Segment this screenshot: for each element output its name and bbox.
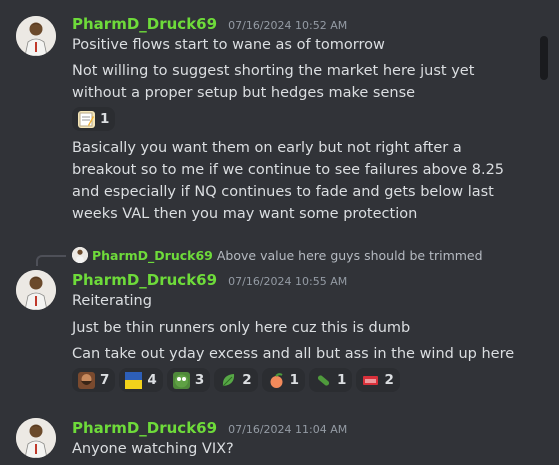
peach-icon bbox=[268, 372, 285, 389]
reaction-count: 2 bbox=[384, 372, 394, 388]
cucumber-icon bbox=[315, 372, 332, 389]
bearded-face-icon bbox=[78, 371, 95, 389]
username[interactable]: PharmD_Druck69 bbox=[72, 419, 217, 437]
reply-avatar bbox=[72, 247, 88, 263]
reaction-peach[interactable]: 1 bbox=[261, 368, 306, 392]
reaction-sign[interactable]: 2 bbox=[356, 368, 400, 392]
reply-spine bbox=[36, 255, 66, 266]
avatar-image bbox=[16, 270, 56, 310]
sign-icon bbox=[362, 372, 379, 389]
reply-preview-text: Above value here guys should be trimmed bbox=[216, 247, 483, 263]
message-header: PharmD_Druck69 07/16/2024 10:55 AM bbox=[72, 270, 347, 289]
reaction-count: 3 bbox=[194, 372, 205, 388]
message-text: Can take out yday excess and all but ass… bbox=[72, 346, 515, 362]
reaction-count: 2 bbox=[242, 372, 252, 388]
reaction-pepe[interactable]: 3 bbox=[166, 368, 211, 392]
message-text: Not willing to suggest shorting the mark… bbox=[72, 63, 475, 79]
message-text: Anyone watching VIX? bbox=[72, 441, 234, 457]
reaction-bar: 7 4 3 2 1 1 2 bbox=[72, 368, 400, 392]
reaction-face[interactable]: 7 bbox=[72, 368, 116, 392]
message-text: weeks VAL then you may want some protect… bbox=[72, 206, 418, 222]
username[interactable]: PharmD_Druck69 bbox=[72, 271, 217, 289]
message-text: and especially if NQ continues to fade a… bbox=[72, 184, 494, 200]
reaction-count: 1 bbox=[289, 372, 300, 388]
avatar-image bbox=[16, 16, 56, 56]
user-avatar[interactable] bbox=[16, 16, 56, 56]
avatar-image bbox=[16, 418, 56, 458]
timestamp: 07/16/2024 11:04 AM bbox=[228, 423, 348, 436]
leaf-icon bbox=[220, 372, 237, 389]
user-avatar[interactable] bbox=[16, 270, 56, 310]
message-text: without a proper setup but hedges make s… bbox=[72, 85, 416, 101]
reaction-count: 4 bbox=[147, 372, 157, 388]
memo-icon bbox=[78, 110, 95, 128]
reaction-count: 1 bbox=[100, 111, 110, 127]
timestamp: 07/16/2024 10:52 AM bbox=[228, 19, 348, 32]
flag-icon bbox=[125, 371, 143, 389]
reaction-bar: 1 bbox=[72, 107, 116, 131]
timestamp: 07/16/2024 10:55 AM bbox=[228, 275, 348, 288]
username[interactable]: PharmD_Druck69 bbox=[72, 15, 217, 33]
reply-username[interactable]: PharmD_Druck69 bbox=[92, 248, 213, 263]
frog-icon bbox=[172, 371, 190, 389]
message-text: Just be thin runners only here cuz this … bbox=[72, 320, 411, 336]
reaction-cucumber[interactable]: 1 bbox=[309, 368, 353, 392]
reaction-memo[interactable]: 1 bbox=[72, 107, 116, 131]
message-text: Positive flows start to wane as of tomor… bbox=[72, 37, 385, 53]
chat-message-list: PharmD_Druck69 07/16/2024 10:52 AM Posit… bbox=[0, 0, 559, 465]
reply-reference[interactable]: PharmD_Druck69 Above value here guys sho… bbox=[72, 247, 483, 263]
message-header: PharmD_Druck69 07/16/2024 10:52 AM bbox=[72, 14, 347, 33]
reaction-count: 1 bbox=[337, 372, 347, 388]
message-text: Basically you want them on early but not… bbox=[72, 140, 462, 156]
reaction-count: 7 bbox=[100, 372, 110, 388]
message-text: breakout so to me if we continue to see … bbox=[72, 162, 505, 178]
message-text: Reiterating bbox=[72, 293, 152, 309]
scrollbar-thumb[interactable] bbox=[540, 36, 548, 80]
reaction-flag[interactable]: 4 bbox=[119, 368, 163, 392]
user-avatar[interactable] bbox=[16, 418, 56, 458]
message-header: PharmD_Druck69 07/16/2024 11:04 AM bbox=[72, 418, 347, 437]
reaction-leaf[interactable]: 2 bbox=[214, 368, 258, 392]
